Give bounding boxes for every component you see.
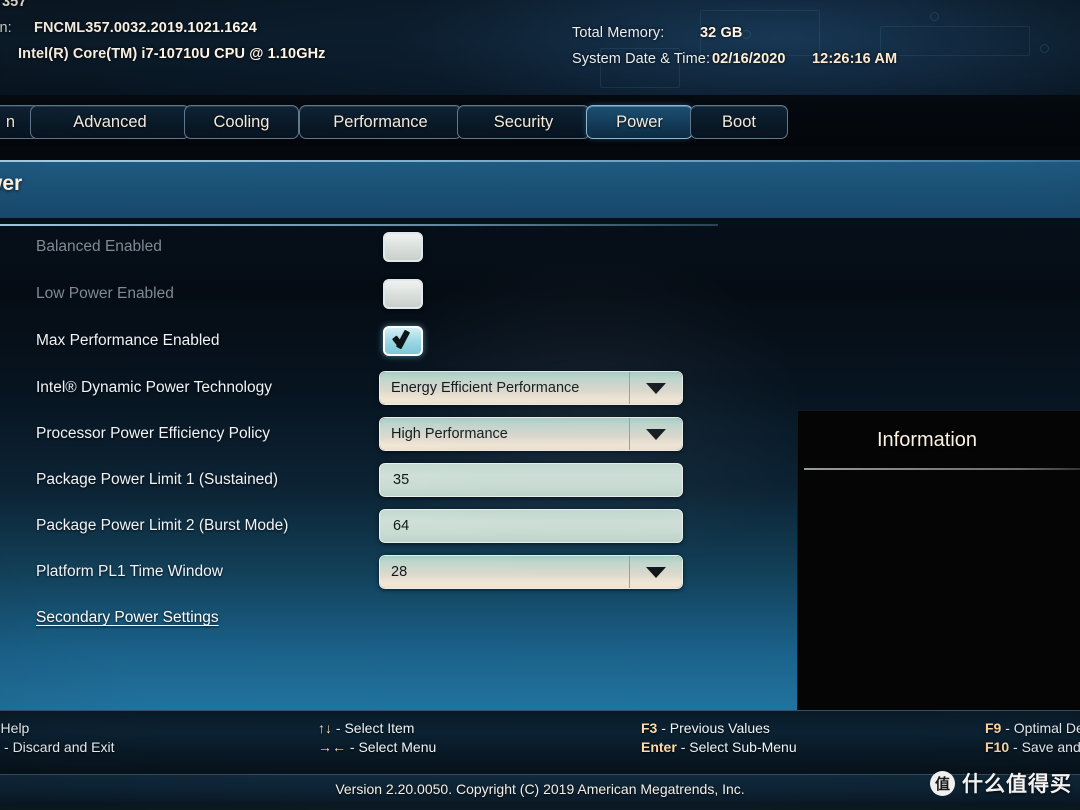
- tab-boot[interactable]: Boot: [690, 105, 788, 139]
- circuit-trace-decoration: [880, 26, 1030, 56]
- hint-key: F3: [641, 720, 658, 736]
- board-name: 357: [2, 0, 27, 10]
- setting-row-secondary-power-settings: Secondary Power Settings: [0, 595, 720, 641]
- system-date-value: 02/16/2020: [712, 51, 786, 67]
- dropdown-intel-dynamic-power-technology[interactable]: Energy Efficient Performance: [379, 371, 683, 405]
- hint-text: - Save and: [1013, 739, 1080, 755]
- page-title: wer: [0, 172, 23, 195]
- smzdm-logo-icon: 值: [930, 770, 955, 796]
- hint-key: →←: [318, 739, 346, 755]
- setting-row-package-power-limit-1-sustained: Package Power Limit 1 (Sustained) 35: [0, 457, 720, 503]
- setting-label-package-power-limit-1-sustained: Package Power Limit 1 (Sustained): [36, 471, 279, 488]
- hint-text: - Select Sub-Menu: [680, 739, 797, 755]
- setting-label-intel-dynamic-power-technology: Intel® Dynamic Power Technology: [36, 379, 272, 396]
- dropdown-value-processor-power-efficiency-policy: High Performance: [380, 418, 630, 450]
- setting-row-platform-pl1-time-window: Platform PL1 Time Window 28: [0, 549, 720, 595]
- bios-version-label: ion:: [0, 20, 12, 36]
- setting-row-intel-dynamic-power-technology: Intel® Dynamic Power Technology Energy Ef…: [0, 365, 720, 411]
- total-memory-value: 32 GB: [700, 25, 743, 41]
- checkmark-icon: [392, 332, 414, 350]
- dropdown-platform-pl1-time-window[interactable]: 28: [379, 555, 683, 589]
- caret-glyph: [646, 382, 666, 394]
- chevron-down-icon[interactable]: [630, 372, 682, 404]
- tab-power[interactable]: Power: [586, 105, 693, 139]
- setting-row-processor-power-efficiency-policy: Processor Power Efficiency Policy High Pe…: [0, 411, 720, 457]
- tab-advanced[interactable]: Advanced: [30, 105, 190, 139]
- tab-label: Advanced: [73, 112, 147, 131]
- main-menu-tabbar: n Advanced Cooling Performance Security Power…: [0, 95, 1080, 147]
- hint-c-1: C - Discard and Exit: [0, 739, 115, 755]
- checkbox-low-power-enabled[interactable]: [383, 279, 423, 309]
- setting-label-balanced-enabled: Balanced Enabled: [36, 238, 162, 255]
- help-footer: - Help C - Discard and Exit ↑↓ - Select It…: [0, 710, 1080, 810]
- processor-value: Intel(R) Core(TM) i7-10710U CPU @ 1.10GH…: [18, 46, 326, 62]
- smzdm-watermark-text: 什么值得买: [962, 772, 1072, 796]
- hint-f10-7: F10 - Save and: [985, 739, 1080, 755]
- tab-label: Performance: [333, 112, 428, 131]
- hint-text: - Help: [0, 720, 30, 736]
- circuit-node-decoration: [930, 12, 939, 21]
- tab-label: n: [5, 112, 16, 131]
- tab-security[interactable]: Security: [457, 105, 590, 139]
- system-time-value: 12:26:16 AM: [812, 51, 898, 67]
- hint-key-2: ↑↓ - Select Item: [318, 720, 414, 736]
- total-memory-label: Total Memory:: [572, 25, 665, 41]
- caret-glyph: [646, 566, 666, 578]
- processor-label: r:: [0, 46, 1, 62]
- hint-key-3: →← - Select Menu: [318, 739, 436, 755]
- dropdown-value-platform-pl1-time-window: 28: [380, 556, 630, 588]
- setting-label-low-power-enabled: Low Power Enabled: [36, 285, 174, 302]
- setting-label-processor-power-efficiency-policy: Processor Power Efficiency Policy: [36, 425, 271, 442]
- hint-text: - Discard and Exit: [4, 739, 115, 755]
- setting-label-max-performance-enabled: Max Performance Enabled: [36, 332, 220, 349]
- dropdown-processor-power-efficiency-policy[interactable]: High Performance: [379, 417, 683, 451]
- setting-row-low-power-enabled: Low Power Enabled: [0, 271, 720, 317]
- setting-row-balanced-enabled: Balanced Enabled: [0, 224, 720, 270]
- bios-version-value: FNCML357.0032.2019.1021.1624: [34, 20, 257, 36]
- setting-label-platform-pl1-time-window: Platform PL1 Time Window: [36, 563, 223, 580]
- settings-body: Balanced Enabled Low Power Enabled Max Per…: [0, 218, 1080, 810]
- chevron-down-icon[interactable]: [630, 556, 682, 588]
- information-panel-title: Information: [876, 429, 978, 451]
- system-info-header: 357 ion: FNCML357.0032.2019.1021.1624 r:…: [0, 0, 1080, 95]
- hint-text: - Select Item: [335, 720, 415, 736]
- checkbox-balanced-enabled[interactable]: [383, 232, 423, 262]
- hint-f3-4: F3 - Previous Values: [641, 720, 770, 736]
- system-datetime-label: System Date & Time:: [572, 51, 711, 67]
- hint-text: - Optimal De: [1005, 720, 1080, 736]
- chevron-down-icon[interactable]: [630, 418, 682, 450]
- circuit-node-decoration: [1040, 44, 1049, 53]
- link-secondary-power-settings[interactable]: Secondary Power Settings: [36, 609, 219, 627]
- tab-label: Security: [493, 112, 554, 131]
- tab-label: Power: [616, 112, 663, 131]
- smzdm-watermark: 值 什么值得买: [930, 768, 1072, 798]
- tab-performance[interactable]: Performance: [299, 105, 462, 139]
- setting-row-package-power-limit-2-burst-mode: Package Power Limit 2 (Burst Mode) 64: [0, 503, 720, 549]
- hint-key: ↑↓: [318, 720, 332, 736]
- circuit-node-decoration: [742, 30, 751, 39]
- hint-f9-6: F9 - Optimal De: [985, 720, 1080, 736]
- hint-key: F9: [985, 720, 1002, 736]
- hint-text: - Select Menu: [349, 739, 437, 755]
- caret-glyph: [646, 428, 666, 440]
- bios-screen: 357 ion: FNCML357.0032.2019.1021.1624 r:…: [0, 0, 1080, 810]
- hint-text: - Previous Values: [661, 720, 770, 736]
- setting-label-package-power-limit-2-burst-mode: Package Power Limit 2 (Burst Mode): [36, 517, 289, 534]
- information-panel-divider: [804, 468, 1080, 470]
- input-package-power-limit-1-sustained[interactable]: 35: [379, 463, 683, 497]
- version-bar: Version 2.20.0050. Copyright (C) 2019 Am…: [0, 774, 1080, 802]
- tab-label: Cooling: [213, 112, 270, 131]
- page-title-band: wer: [0, 160, 1080, 218]
- bios-copyright-text: Version 2.20.0050. Copyright (C) 2019 Am…: [335, 780, 745, 797]
- dropdown-value-intel-dynamic-power-technology: Energy Efficient Performance: [380, 372, 630, 404]
- hint-enter-5: Enter - Select Sub-Menu: [641, 739, 797, 755]
- tab-label: Boot: [722, 112, 756, 131]
- checkbox-max-performance-enabled[interactable]: [383, 326, 423, 356]
- hint-key: Enter: [641, 739, 677, 755]
- tab-cooling[interactable]: Cooling: [184, 105, 299, 139]
- input-package-power-limit-2-burst-mode[interactable]: 64: [379, 509, 683, 543]
- hint-clipped-0: - Help: [0, 720, 29, 736]
- setting-row-max-performance-enabled: Max Performance Enabled: [0, 318, 720, 364]
- hint-key: F10: [985, 739, 1010, 755]
